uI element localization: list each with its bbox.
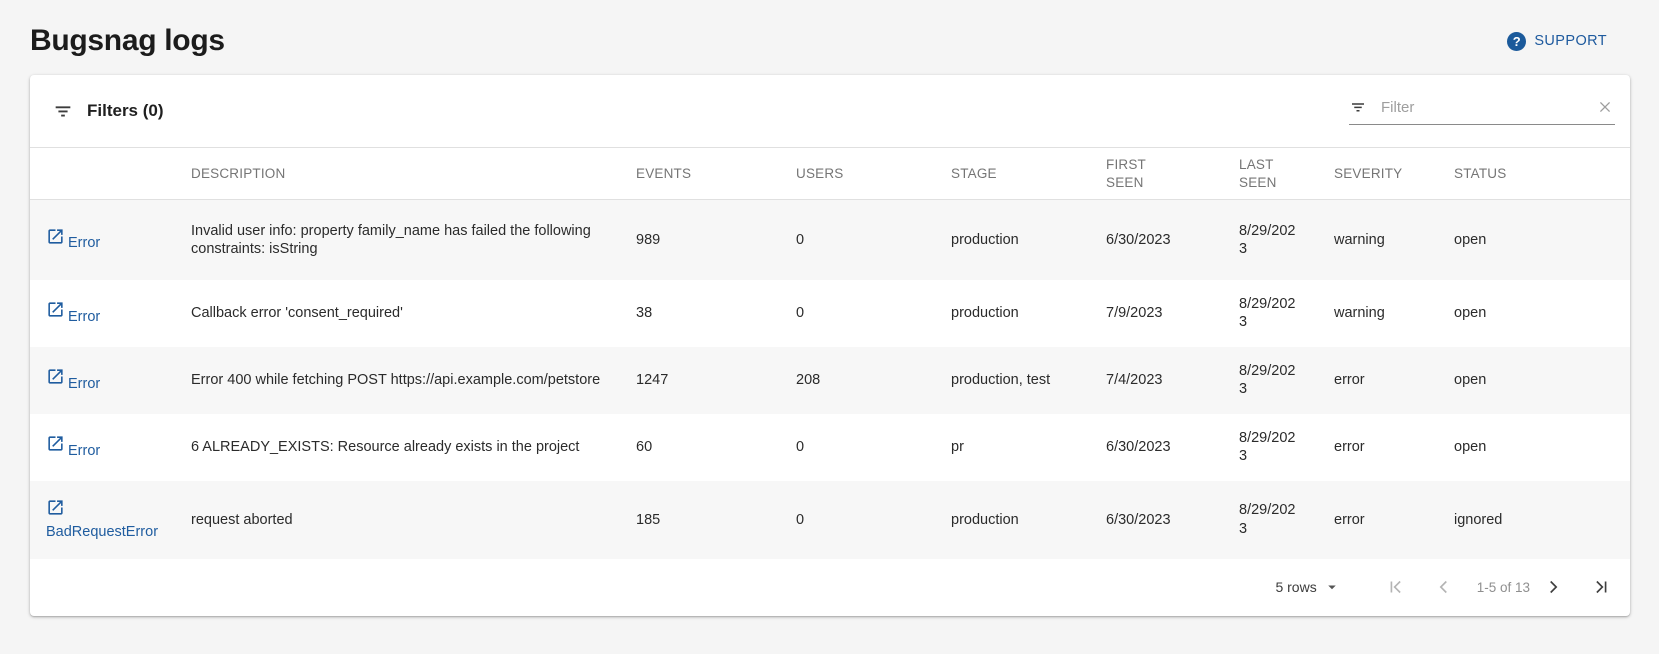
page-title: Bugsnag logs [30, 22, 225, 60]
logs-table: DESCRIPTION EVENTS USERS STAGE FIRST SEE… [30, 148, 1630, 559]
cell-stage: production [935, 200, 1090, 280]
cell-stage: production [935, 280, 1090, 347]
filter-bar: Filters (0) [30, 75, 1630, 148]
cell-stage: pr [935, 414, 1090, 481]
rows-per-page-select[interactable]: 5 rows [1269, 577, 1346, 597]
cell-link: Error [30, 200, 175, 280]
last-page-button[interactable] [1588, 574, 1614, 600]
help-icon: ? [1507, 32, 1526, 51]
cell-users: 0 [780, 481, 935, 559]
col-header-stage: STAGE [935, 148, 1090, 200]
arrow-drop-down-icon [1323, 578, 1341, 596]
cell-events: 1247 [620, 347, 780, 414]
open-in-new-icon [46, 434, 65, 458]
header-row: DESCRIPTION EVENTS USERS STAGE FIRST SEE… [30, 148, 1630, 200]
clear-filter-icon[interactable] [1595, 97, 1615, 117]
error-link[interactable]: Error [46, 235, 100, 251]
cell-status: open [1438, 280, 1630, 347]
cell-link: Error [30, 280, 175, 347]
cell-events: 989 [620, 200, 780, 280]
cell-status: open [1438, 414, 1630, 481]
filters-button[interactable]: Filters (0) [46, 99, 170, 123]
cell-users: 0 [780, 280, 935, 347]
cell-last-seen: 8/29/2023 [1223, 280, 1318, 347]
filter-funnel-icon [1349, 98, 1367, 116]
next-page-button[interactable] [1540, 574, 1566, 600]
cell-severity: error [1318, 414, 1438, 481]
rows-per-page-label: 5 rows [1275, 579, 1316, 595]
cell-description: Error 400 while fetching POST https://ap… [175, 347, 620, 414]
cell-link: Error [30, 414, 175, 481]
cell-users: 0 [780, 200, 935, 280]
filter-list-icon [52, 100, 74, 122]
support-label: SUPPORT [1534, 33, 1607, 49]
table-row: Error Invalid user info: property family… [30, 200, 1630, 280]
cell-users: 0 [780, 414, 935, 481]
cell-last-seen: 8/29/2023 [1223, 200, 1318, 280]
filter-input[interactable] [1379, 98, 1583, 117]
open-in-new-icon [46, 300, 65, 324]
cell-link: BadRequestError [30, 481, 175, 559]
error-link[interactable]: Error [46, 309, 100, 325]
col-header-last-seen: LAST SEEN [1223, 148, 1318, 200]
cell-first-seen: 6/30/2023 [1090, 481, 1223, 559]
cell-events: 185 [620, 481, 780, 559]
col-header-description: DESCRIPTION [175, 148, 620, 200]
support-button[interactable]: ? SUPPORT [1501, 31, 1613, 52]
error-link[interactable]: BadRequestError [46, 506, 158, 540]
cell-events: 60 [620, 414, 780, 481]
page-range-label: 1-5 of 13 [1477, 580, 1530, 595]
cell-stage: production [935, 481, 1090, 559]
error-link-label: Error [68, 235, 100, 251]
pagination-bar: 5 rows 1-5 of 13 [30, 559, 1630, 616]
open-in-new-icon [46, 367, 65, 391]
col-header-severity: SEVERITY [1318, 148, 1438, 200]
col-header-users: USERS [780, 148, 935, 200]
cell-first-seen: 7/4/2023 [1090, 347, 1223, 414]
logs-card: Filters (0) DESCRIPTION EVENTS USERS STA… [30, 75, 1630, 616]
first-page-button[interactable] [1383, 574, 1409, 600]
cell-description: Invalid user info: property family_name … [175, 200, 620, 280]
open-in-new-icon [46, 498, 65, 522]
cell-users: 208 [780, 347, 935, 414]
filter-input-container [1349, 97, 1615, 125]
cell-stage: production, test [935, 347, 1090, 414]
cell-first-seen: 7/9/2023 [1090, 280, 1223, 347]
cell-severity: error [1318, 347, 1438, 414]
topbar: Bugsnag logs ? SUPPORT [0, 0, 1659, 60]
cell-events: 38 [620, 280, 780, 347]
error-link-label: Error [68, 376, 100, 392]
col-header-events: EVENTS [620, 148, 780, 200]
filters-label: Filters (0) [87, 101, 164, 121]
cell-status: ignored [1438, 481, 1630, 559]
error-link-label: Error [68, 443, 100, 459]
cell-last-seen: 8/29/2023 [1223, 347, 1318, 414]
open-in-new-icon [46, 227, 65, 251]
cell-description: request aborted [175, 481, 620, 559]
col-header-link [30, 148, 175, 200]
table-row: BadRequestError request aborted 185 0 pr… [30, 481, 1630, 559]
cell-description: Callback error 'consent_required' [175, 280, 620, 347]
table-row: Error Error 400 while fetching POST http… [30, 347, 1630, 414]
cell-last-seen: 8/29/2023 [1223, 481, 1318, 559]
previous-page-button[interactable] [1431, 574, 1457, 600]
cell-first-seen: 6/30/2023 [1090, 200, 1223, 280]
cell-last-seen: 8/29/2023 [1223, 414, 1318, 481]
error-link[interactable]: Error [46, 376, 100, 392]
cell-first-seen: 6/30/2023 [1090, 414, 1223, 481]
cell-status: open [1438, 200, 1630, 280]
cell-description: 6 ALREADY_EXISTS: Resource already exist… [175, 414, 620, 481]
error-link-label: Error [68, 309, 100, 325]
cell-status: open [1438, 347, 1630, 414]
table-row: Error Callback error 'consent_required' … [30, 280, 1630, 347]
table-row: Error 6 ALREADY_EXISTS: Resource already… [30, 414, 1630, 481]
cell-severity: warning [1318, 280, 1438, 347]
cell-severity: error [1318, 481, 1438, 559]
col-header-status: STATUS [1438, 148, 1630, 200]
col-header-first-seen: FIRST SEEN [1090, 148, 1223, 200]
error-link-label: BadRequestError [46, 524, 158, 540]
cell-severity: warning [1318, 200, 1438, 280]
cell-link: Error [30, 347, 175, 414]
error-link[interactable]: Error [46, 443, 100, 459]
